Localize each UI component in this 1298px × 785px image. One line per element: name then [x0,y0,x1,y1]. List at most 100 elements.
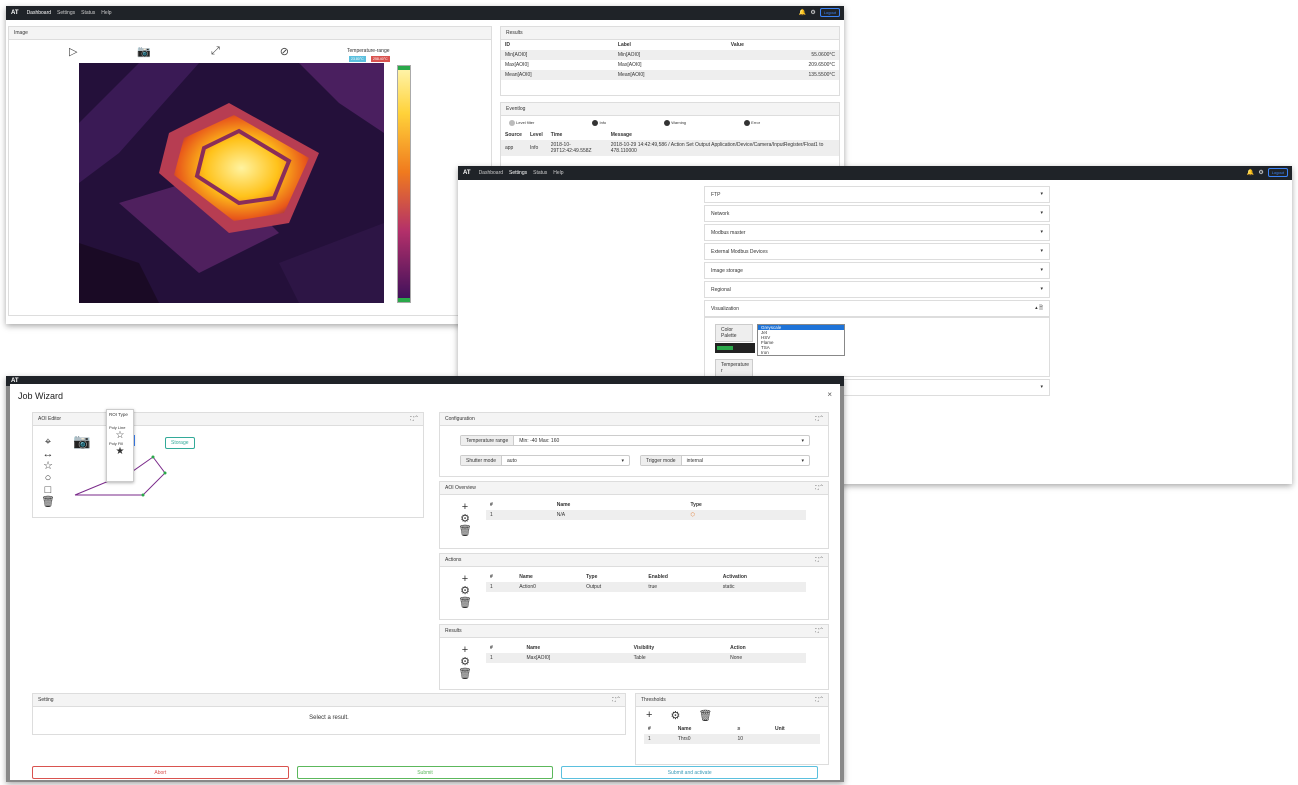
trash-icon[interactable]: 🗑 [458,526,472,537]
logout-button[interactable]: Logout [819,8,840,17]
plus-icon[interactable]: + [462,574,468,585]
gear-icon[interactable]: ⚙ [1258,169,1263,176]
section-regional[interactable]: Regional ▾ [704,281,1050,298]
section-visualization[interactable]: Visualization ▴ 🗎 [704,300,1050,317]
palette-dropdown[interactable]: Greyscale Jet HSV Flame TSA Iron [757,324,845,356]
logout-button[interactable]: Logout [1267,168,1288,177]
camera-icon[interactable]: 📷 [73,433,90,450]
cell: Max[AOI0] [505,62,529,68]
col-name: Name [526,645,541,651]
nav-help[interactable]: Help [553,170,563,176]
trigger-mode-select[interactable]: Trigger mode internal ▾ [640,455,810,466]
level-warning[interactable]: Warning [664,120,686,126]
col-message: Message [610,132,632,138]
bell-icon[interactable]: 🔔 [1247,169,1254,176]
toggle-icon [744,120,751,126]
section-label: Regional [711,286,731,293]
plus-icon[interactable]: + [462,502,468,513]
trash-icon[interactable]: 🗑 [458,598,472,609]
wizard-title: Job Wizard [18,391,64,401]
play-icon[interactable]: ▷ [69,45,77,58]
trash-icon[interactable]: 🗑 [458,669,472,680]
nav-dashboard[interactable]: Dashboard [479,170,503,176]
table-row[interactable]: 1 Thrs0 10 [644,734,820,744]
cell: app [505,145,514,151]
gear-icon[interactable]: ⚙ [810,9,815,16]
level-info[interactable]: Info [592,120,606,126]
results-table: # Name Visibility Action 1 Max[AOI0] Table Non… [486,643,806,663]
line-icon[interactable]: ↔ [43,449,54,460]
trash-icon[interactable]: 🗑 [41,497,55,508]
cell: None [730,655,743,661]
cell: true [648,584,658,590]
scale-min-marker[interactable] [398,298,410,302]
gear-icon[interactable]: ⚙ [460,586,470,597]
trash-icon[interactable]: 🗑 [698,709,712,722]
nav-status[interactable]: Status [533,170,547,176]
scale-max-marker[interactable] [398,66,410,70]
square-icon[interactable]: □ [45,485,52,496]
nav-right: 🔔 ⚙ Logout [799,8,840,17]
storage-button[interactable]: Storage [165,437,195,449]
expand-collapse-icon[interactable]: ⛶ ⌃ [410,416,418,422]
section-ftp[interactable]: FTP ▾ [704,186,1050,203]
gear-icon[interactable]: ⚙ [460,514,470,525]
bell-icon[interactable]: 🔔 [799,9,806,16]
camera-icon[interactable]: 📷 [137,45,151,58]
gear-icon[interactable]: ⚙ [460,657,470,668]
expand-collapse-icon[interactable]: ⛶ ⌃ [815,557,823,563]
abort-button[interactable]: Abort [32,766,289,779]
navbar: AT Dashboard Settings Status Help 🔔 ⚙ Lo… [458,166,1292,180]
table-row[interactable]: 1 Max[AOI0] Table None [486,653,806,663]
temperature-range-select[interactable]: Temperature range Min: -40 Max: 160 ▾ [460,435,810,446]
section-label: External Modbus Devices [711,248,768,255]
nav-status[interactable]: Status [81,10,95,16]
crosshair-icon[interactable]: ⌖ [45,437,51,448]
star-outline-icon[interactable]: ☆ [43,461,53,472]
close-icon[interactable]: × [827,390,832,399]
aoi-actions: + ⚙ 🗑 [458,502,472,537]
submit-activate-button[interactable]: Submit and activate [561,766,819,779]
section-modbus-master[interactable]: Modbus master ▾ [704,224,1050,241]
plus-icon[interactable]: + [462,645,468,656]
star-outline-icon[interactable]: ☆ [109,430,131,441]
cell: Min[AOI0] [505,52,528,58]
select-value: internal [686,457,703,464]
table-row[interactable]: 1 Action0 Output true static [486,582,806,592]
shutter-mode-select[interactable]: Shutter mode auto ▾ [460,455,630,466]
table-row[interactable]: 1 N/A ⬡ [486,510,806,520]
cell: Output [586,584,602,590]
result-actions: + ⚙ 🗑 [458,645,472,680]
thermal-image[interactable] [79,63,384,303]
palette-option[interactable]: Iron [758,350,844,355]
circle-icon[interactable]: ○ [45,473,52,484]
cell: Table [633,655,646,661]
eventlog-panel: Eventlog Level filter Info Warning Error… [500,102,840,172]
table-row: Max[AOI0] Max[AOI0] 209.6500°C [501,60,839,70]
gear-icon[interactable]: ⚙ [670,709,680,722]
level-error[interactable]: Error [744,120,760,126]
setting-header: Setting ⛶ ⌃ [33,694,625,707]
expand-collapse-icon[interactable]: ⛶ ⌃ [815,485,823,491]
hide-icon[interactable]: ⊘ [280,45,289,58]
level-filter[interactable]: Level filter [509,120,534,126]
configuration-panel: Configuration ⛶ ⌃ Temperature range Min: -… [439,412,829,477]
expand-collapse-icon[interactable]: ⛶ ⌃ [815,697,823,703]
submit-button[interactable]: Submit [296,766,554,779]
nav-dashboard[interactable]: Dashboard [27,10,51,16]
section-external-modbus[interactable]: External Modbus Devices ▾ [704,243,1050,260]
section-network[interactable]: Network ▾ [704,205,1050,222]
expand-collapse-icon[interactable]: ⛶ ⌃ [815,628,823,634]
table-row: app Info 2018-10-29T12:42:49.558Z 2018-1… [501,140,839,156]
nav-settings[interactable]: Settings [57,10,75,16]
nav-help[interactable]: Help [101,10,111,16]
section-image-storage[interactable]: Image storage ▾ [704,262,1050,279]
thresholds-title: Thresholds [641,697,666,703]
col-num: # [490,574,493,580]
expand-collapse-icon[interactable]: ⛶ ⌃ [815,416,823,422]
plus-icon[interactable]: + [646,709,652,722]
star-filled-icon[interactable]: ★ [109,446,131,457]
expand-collapse-icon[interactable]: ⛶ ⌃ [612,697,620,703]
expand-icon[interactable]: ⤢ [211,45,220,58]
nav-settings[interactable]: Settings [509,170,527,176]
